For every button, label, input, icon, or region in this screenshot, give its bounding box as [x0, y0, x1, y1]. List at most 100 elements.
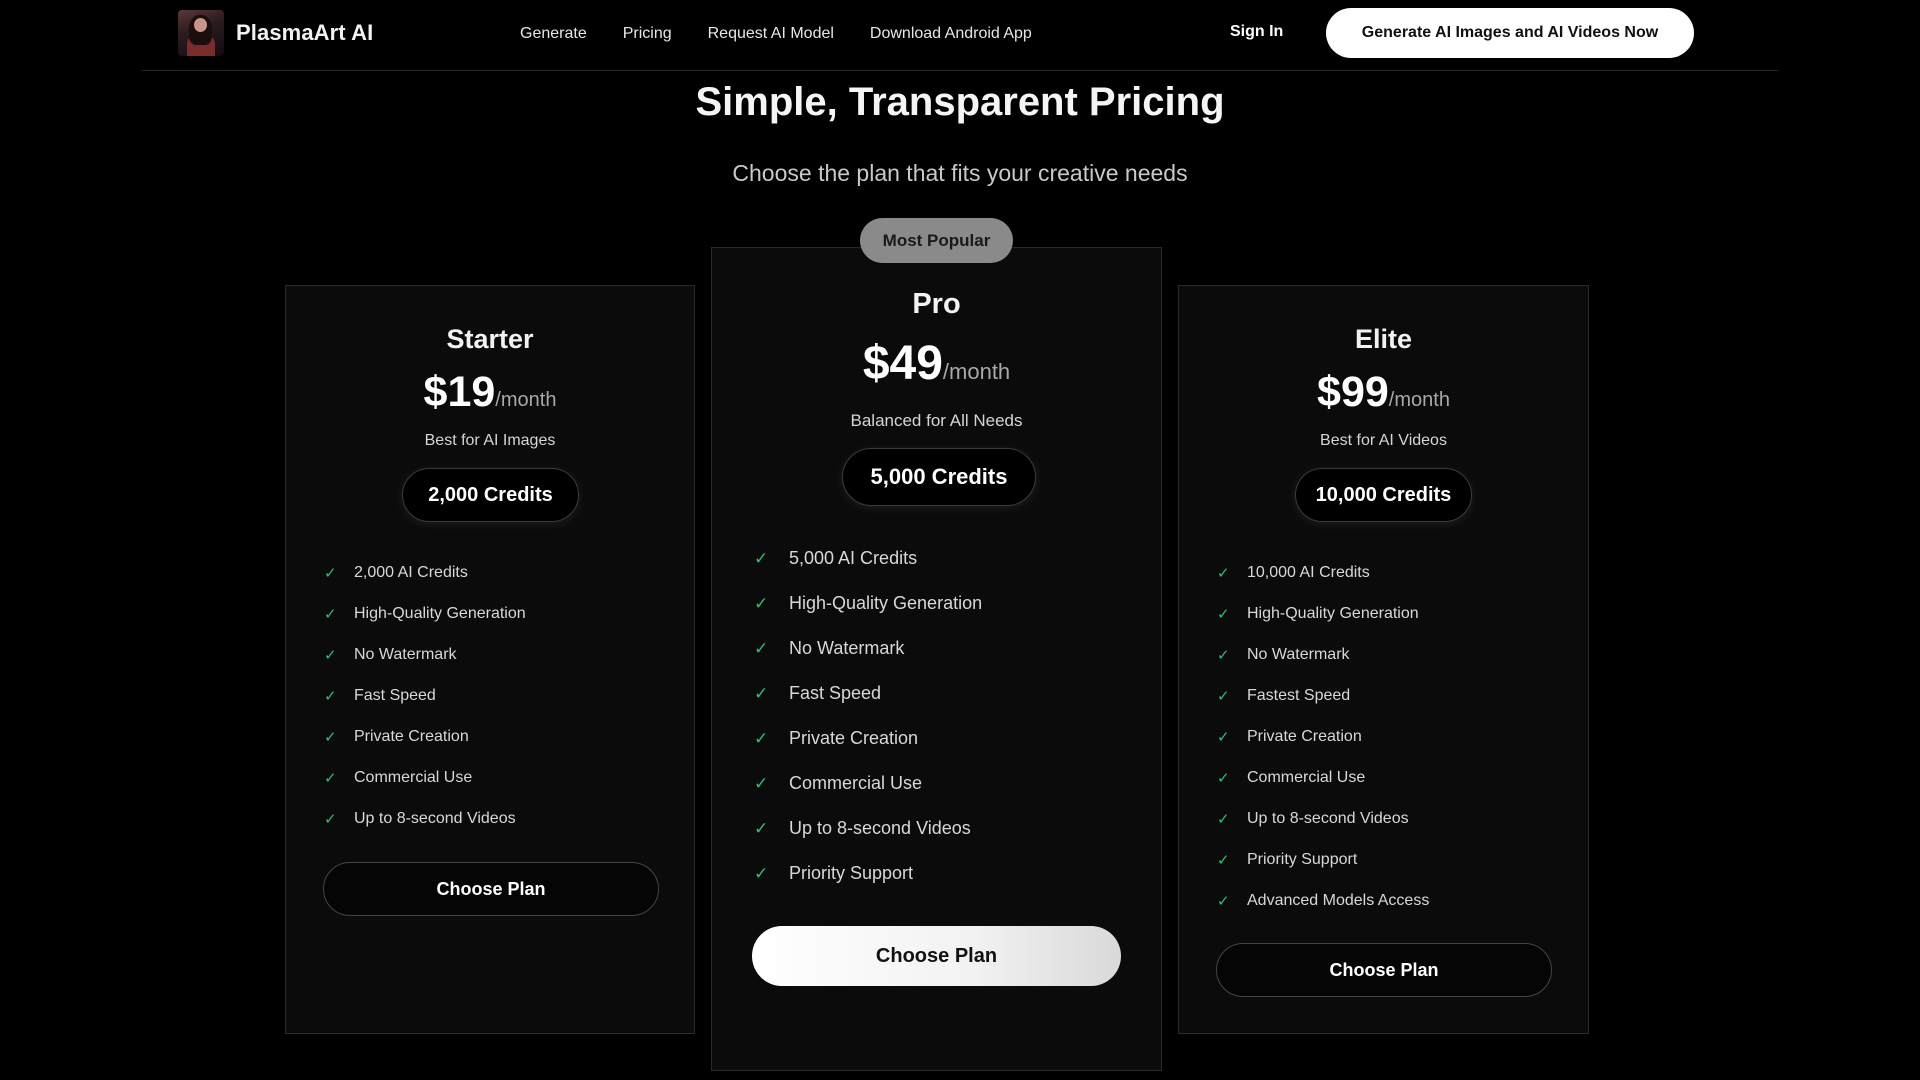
check-icon: ✓: [1217, 687, 1230, 705]
choose-plan-button-elite[interactable]: Choose Plan: [1216, 943, 1552, 997]
feature-item: ✓ Fast Speed: [324, 675, 526, 716]
plan-tagline: Best for AI Images: [424, 432, 556, 449]
check-icon: ✓: [754, 683, 769, 703]
check-icon: ✓: [324, 810, 337, 828]
feature-label: Fastest Speed: [1247, 686, 1351, 704]
check-icon: ✓: [1217, 728, 1230, 746]
check-icon: ✓: [324, 564, 337, 582]
feature-label: Priority Support: [1247, 850, 1358, 868]
plan-price: $19/month: [286, 368, 694, 417]
feature-label: Advanced Models Access: [1247, 891, 1430, 909]
feature-item: ✓ Commercial Use: [754, 761, 982, 806]
check-icon: ✓: [1217, 851, 1230, 869]
check-icon: ✓: [754, 638, 769, 658]
feature-item: ✓ Advanced Models Access: [1217, 880, 1429, 921]
feature-label: Fast Speed: [354, 686, 436, 704]
feature-item: ✓ No Watermark: [754, 626, 982, 671]
page-subtitle: Choose the plan that fits your creative …: [732, 160, 1188, 186]
feature-list: ✓ 2,000 AI Credits ✓ High-Quality Generati…: [324, 552, 526, 839]
feature-item: ✓ 10,000 AI Credits: [1217, 552, 1429, 593]
pricing-page: PlasmaArt AI Generate Pricing Request AI…: [0, 0, 1920, 1080]
price-period: /month: [1388, 389, 1450, 411]
feature-item: ✓ High-Quality Generation: [754, 581, 982, 626]
plan-tagline: Best for AI Videos: [1320, 432, 1447, 449]
plan-card-starter: Starter $19/month Best for AI Images 2,0…: [285, 285, 695, 1034]
nav-link-pricing[interactable]: Pricing: [623, 25, 672, 43]
feature-item: ✓ Up to 8-second Videos: [754, 806, 982, 851]
check-icon: ✓: [1217, 646, 1230, 664]
choose-plan-button-starter[interactable]: Choose Plan: [323, 862, 659, 916]
feature-label: Private Creation: [1247, 727, 1362, 745]
feature-label: No Watermark: [1247, 645, 1350, 663]
feature-item: ✓ Private Creation: [754, 716, 982, 761]
feature-label: High-Quality Generation: [789, 593, 983, 613]
plan-tagline: Balanced for All Needs: [850, 411, 1023, 430]
feature-label: Commercial Use: [354, 768, 473, 786]
plan-price: $49/month: [712, 336, 1161, 391]
price-period: /month: [495, 389, 557, 411]
price-amount: $49: [862, 337, 943, 390]
main-nav: Generate Pricing Request AI Model Downlo…: [520, 0, 1068, 67]
brand-name: PlasmaArt AI: [236, 20, 374, 45]
feature-item: ✓ 2,000 AI Credits: [324, 552, 526, 593]
feature-item: ✓ Priority Support: [754, 851, 982, 896]
nav-link-request-ai-model[interactable]: Request AI Model: [708, 25, 834, 43]
feature-item: ✓ Commercial Use: [324, 757, 526, 798]
feature-item: ✓ Private Creation: [1217, 716, 1429, 757]
check-icon: ✓: [754, 548, 769, 568]
feature-list: ✓ 5,000 AI Credits ✓ High-Quality Generati…: [754, 536, 982, 896]
check-icon: ✓: [324, 687, 337, 705]
nav-link-download-android-app[interactable]: Download Android App: [870, 25, 1032, 43]
plan-name: Starter: [446, 324, 534, 354]
check-icon: ✓: [324, 769, 337, 787]
feature-item: ✓ No Watermark: [1217, 634, 1429, 675]
page-title: Simple, Transparent Pricing: [695, 80, 1225, 124]
feature-label: Private Creation: [354, 727, 469, 745]
feature-label: 10,000 AI Credits: [1247, 563, 1370, 581]
feature-item: ✓ High-Quality Generation: [1217, 593, 1429, 634]
feature-label: Up to 8-second Videos: [1247, 809, 1409, 827]
feature-item: ✓ Commercial Use: [1217, 757, 1429, 798]
plan-name: Elite: [1354, 324, 1413, 354]
check-icon: ✓: [754, 818, 769, 838]
brand-logo-image: [178, 10, 224, 56]
check-icon: ✓: [1217, 769, 1230, 787]
feature-item: ✓ No Watermark: [324, 634, 526, 675]
price-period: /month: [942, 359, 1011, 384]
feature-label: 2,000 AI Credits: [354, 563, 468, 581]
feature-label: 5,000 AI Credits: [789, 548, 918, 568]
feature-item: ✓ 5,000 AI Credits: [754, 536, 982, 581]
sign-in-link[interactable]: Sign In: [1230, 23, 1283, 41]
check-icon: ✓: [754, 593, 769, 613]
top-navbar: PlasmaArt AI Generate Pricing Request AI…: [142, 0, 1778, 71]
check-icon: ✓: [1217, 605, 1230, 623]
feature-item: ✓ Fast Speed: [754, 671, 982, 716]
generate-now-button[interactable]: Generate AI Images and AI Videos Now: [1326, 8, 1694, 58]
feature-label: Up to 8-second Videos: [789, 818, 971, 838]
check-icon: ✓: [1217, 564, 1230, 582]
feature-label: No Watermark: [354, 645, 457, 663]
feature-label: Priority Support: [789, 863, 914, 883]
feature-label: Commercial Use: [789, 773, 923, 793]
check-icon: ✓: [324, 728, 337, 746]
check-icon: ✓: [754, 863, 769, 883]
brand[interactable]: PlasmaArt AI: [178, 10, 373, 56]
feature-item: ✓ High-Quality Generation: [324, 593, 526, 634]
feature-item: ✓ Up to 8-second Videos: [324, 798, 526, 839]
check-icon: ✓: [754, 728, 769, 748]
credits-pill: 10,000 Credits: [1295, 468, 1472, 522]
feature-label: Private Creation: [789, 728, 919, 748]
feature-item: ✓ Priority Support: [1217, 839, 1429, 880]
most-popular-badge: Most Popular: [860, 218, 1013, 263]
feature-item: ✓ Fastest Speed: [1217, 675, 1429, 716]
plan-card-elite: Elite $99/month Best for AI Videos 10,00…: [1178, 285, 1589, 1034]
feature-item: ✓ Up to 8-second Videos: [1217, 798, 1429, 839]
plan-name: Pro: [912, 288, 961, 320]
feature-label: High-Quality Generation: [1247, 604, 1419, 622]
check-icon: ✓: [1217, 892, 1230, 910]
choose-plan-button-pro[interactable]: Choose Plan: [752, 926, 1121, 986]
feature-label: Commercial Use: [1247, 768, 1366, 786]
feature-item: ✓ Private Creation: [324, 716, 526, 757]
nav-link-generate[interactable]: Generate: [520, 25, 587, 43]
plan-card-pro: Pro $49/month Balanced for All Needs 5,0…: [711, 247, 1162, 1071]
